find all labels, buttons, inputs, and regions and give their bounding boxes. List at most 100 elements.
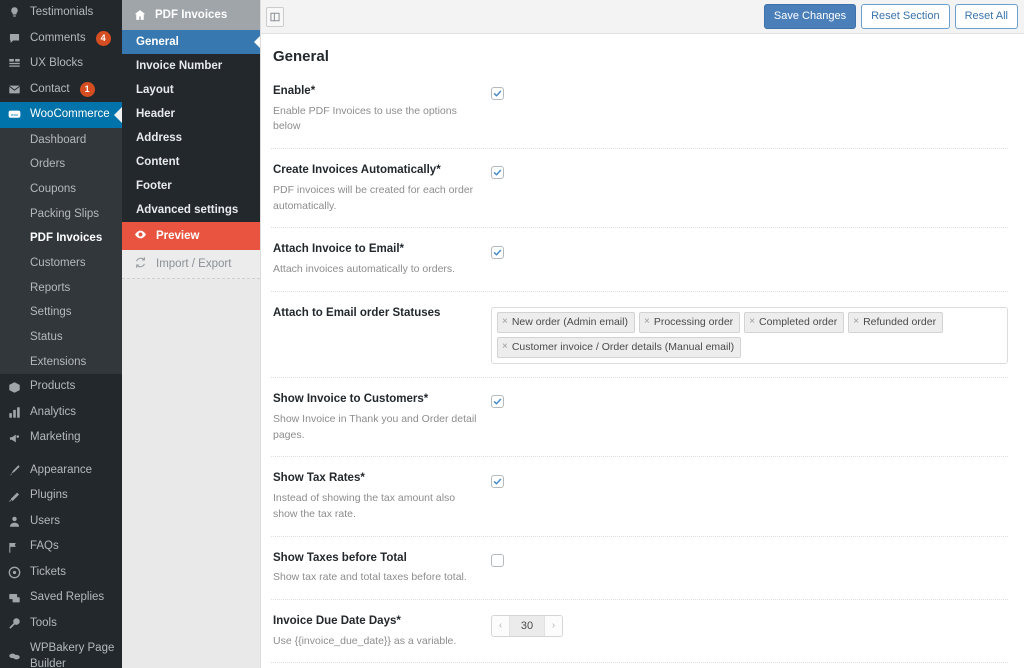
plugin-nav-item-label: Preview <box>156 230 199 242</box>
plugin-nav-item-invoice-number[interactable]: Invoice Number <box>122 54 260 78</box>
remove-tag-icon[interactable]: × <box>644 315 650 330</box>
submenu-item-pdf-invoices[interactable]: PDF Invoices <box>0 226 122 251</box>
analytics-icon <box>6 406 23 419</box>
enable-checkbox[interactable] <box>491 87 504 100</box>
plugin-nav-item-header[interactable]: Header <box>122 102 260 126</box>
stepper-increment-icon[interactable]: › <box>544 616 562 636</box>
show-invoice-to-customers-checkbox[interactable] <box>491 395 504 408</box>
setting-label-group: Enable*Enable PDF Invoices to use the op… <box>273 83 491 135</box>
plugin-nav-item-general[interactable]: General <box>122 30 260 54</box>
setting-row-create-invoices-automatically: Create Invoices Automatically*PDF invoic… <box>271 148 1008 227</box>
tag-chip[interactable]: ×Customer invoice / Order details (Manua… <box>497 337 741 358</box>
plugin-nav-header: PDF Invoices <box>122 0 260 30</box>
sidebar-item-label: WPBakery Page Builder <box>30 641 122 668</box>
setting-description: Enable PDF Invoices to use the options b… <box>273 104 477 136</box>
sidebar-item-wpbakery-page-builder[interactable]: WPBakery Page Builder <box>0 636 122 668</box>
layout-panel-icon[interactable] <box>266 7 284 27</box>
sidebar-item-woocommerce[interactable]: wooWooCommerce <box>0 102 122 128</box>
submenu-item-settings[interactable]: Settings <box>0 300 122 325</box>
show-tax-rates-checkbox[interactable] <box>491 475 504 488</box>
plugin-nav-item-advanced-settings[interactable]: Advanced settings <box>122 198 260 222</box>
sidebar-item-saved-replies[interactable]: Saved Replies <box>0 585 122 611</box>
sidebar-item-products[interactable]: Products <box>0 374 122 400</box>
remove-tag-icon[interactable]: × <box>502 315 508 330</box>
submenu-item-reports[interactable]: Reports <box>0 276 122 301</box>
sidebar-item-label: Contact <box>30 82 70 98</box>
users-icon <box>6 515 23 528</box>
plugins-icon <box>6 490 23 503</box>
plugin-nav-item-layout[interactable]: Layout <box>122 78 260 102</box>
attach-invoice-to-email-checkbox[interactable] <box>491 246 504 259</box>
testimonials-icon <box>6 6 23 19</box>
sidebar-item-marketing[interactable]: Marketing <box>0 425 122 451</box>
setting-title: Show Invoice to Customers* <box>273 391 477 408</box>
save-changes-button[interactable]: Save Changes <box>764 4 856 28</box>
invoice-due-date-days-stepper[interactable]: ‹30› <box>491 615 563 637</box>
remove-tag-icon[interactable]: × <box>502 340 508 355</box>
setting-control <box>491 162 1008 182</box>
plugin-nav-item-preview[interactable]: Preview <box>122 222 260 250</box>
tag-chip[interactable]: × New order (Admin email) <box>497 312 635 333</box>
plugin-nav-item-footer[interactable]: Footer <box>122 174 260 198</box>
plugin-nav-item-label: Address <box>136 132 182 144</box>
sidebar-item-users[interactable]: Users <box>0 509 122 535</box>
setting-row-enable: Enable*Enable PDF Invoices to use the op… <box>271 79 1008 148</box>
marketing-icon <box>6 432 23 445</box>
plugin-nav-item-address[interactable]: Address <box>122 126 260 150</box>
status-badge: 4 <box>96 31 111 46</box>
sidebar-item-analytics[interactable]: Analytics <box>0 400 122 426</box>
reset-section-button[interactable]: Reset Section <box>861 4 949 28</box>
submenu-item-coupons[interactable]: Coupons <box>0 177 122 202</box>
create-invoices-automatically-checkbox[interactable] <box>491 166 504 179</box>
submenu-item-packing-slips[interactable]: Packing Slips <box>0 202 122 227</box>
stepper-decrement-icon[interactable]: ‹ <box>492 616 510 636</box>
sidebar-item-plugins[interactable]: Plugins <box>0 483 122 509</box>
reset-all-button[interactable]: Reset All <box>955 4 1018 28</box>
eye-icon <box>134 228 147 244</box>
tag-label: New order (Admin email) <box>512 315 628 330</box>
tools-icon <box>6 617 23 630</box>
sidebar-bottom-items: ProductsAnalyticsMarketing AppearancePlug… <box>0 374 122 668</box>
tag-chip[interactable]: ×Refunded order <box>848 312 943 333</box>
settings-content: General Enable*Enable PDF Invoices to us… <box>261 34 1024 668</box>
attach-to-email-order-statuses-tagbox[interactable]: × New order (Admin email) ×Processing orde… <box>491 307 1008 364</box>
submenu-item-extensions[interactable]: Extensions <box>0 350 122 375</box>
setting-row-show-tax-rates: Show Tax Rates*Instead of showing the ta… <box>271 456 1008 535</box>
setting-description: Show Invoice in Thank you and Order deta… <box>273 412 477 444</box>
setting-description: PDF invoices will be created for each or… <box>273 183 477 215</box>
plugin-nav-item-label: Content <box>136 156 179 168</box>
sidebar-item-label: Testimonials <box>30 5 93 21</box>
sidebar-item-testimonials[interactable]: Testimonials <box>0 0 122 26</box>
remove-tag-icon[interactable]: × <box>749 315 755 330</box>
svg-text:woo: woo <box>11 112 18 117</box>
plugin-nav-item-import-export[interactable]: Import / Export <box>122 250 260 279</box>
plugin-nav-item-content[interactable]: Content <box>122 150 260 174</box>
sidebar-item-appearance[interactable]: Appearance <box>0 458 122 484</box>
contact-icon <box>6 83 23 96</box>
sidebar-item-label: Comments <box>30 31 86 47</box>
show-taxes-before-total-checkbox[interactable] <box>491 554 504 567</box>
page-title: General <box>271 34 1008 79</box>
sidebar-item-faqs[interactable]: FAQs <box>0 534 122 560</box>
submenu-item-status[interactable]: Status <box>0 325 122 350</box>
refresh-icon <box>134 256 147 272</box>
submenu-item-dashboard[interactable]: Dashboard <box>0 128 122 153</box>
submenu-item-orders[interactable]: Orders <box>0 152 122 177</box>
setting-title: Show Taxes before Total <box>273 550 477 567</box>
tag-chip[interactable]: ×Processing order <box>639 312 740 333</box>
plugin-nav-item-label: Header <box>136 108 175 120</box>
remove-tag-icon[interactable]: × <box>853 315 859 330</box>
sidebar-item-tools[interactable]: Tools <box>0 611 122 637</box>
toolbar: Save Changes Reset Section Reset All <box>261 0 1024 34</box>
sidebar-item-ux-blocks[interactable]: UX Blocks <box>0 51 122 77</box>
sidebar-item-tickets[interactable]: Tickets <box>0 560 122 586</box>
tag-chip[interactable]: ×Completed order <box>744 312 844 333</box>
sidebar-item-comments[interactable]: Comments 4 <box>0 26 122 52</box>
setting-description: Show tax rate and total taxes before tot… <box>273 570 477 586</box>
submenu-item-customers[interactable]: Customers <box>0 251 122 276</box>
wp-admin-sidebar: TestimonialsComments4UX BlocksContact1wo… <box>0 0 122 668</box>
setting-control <box>491 391 1008 411</box>
sidebar-item-contact[interactable]: Contact1 <box>0 77 122 103</box>
plugin-nav-item-label: Layout <box>136 84 174 96</box>
stepper-value[interactable]: 30 <box>510 616 544 636</box>
